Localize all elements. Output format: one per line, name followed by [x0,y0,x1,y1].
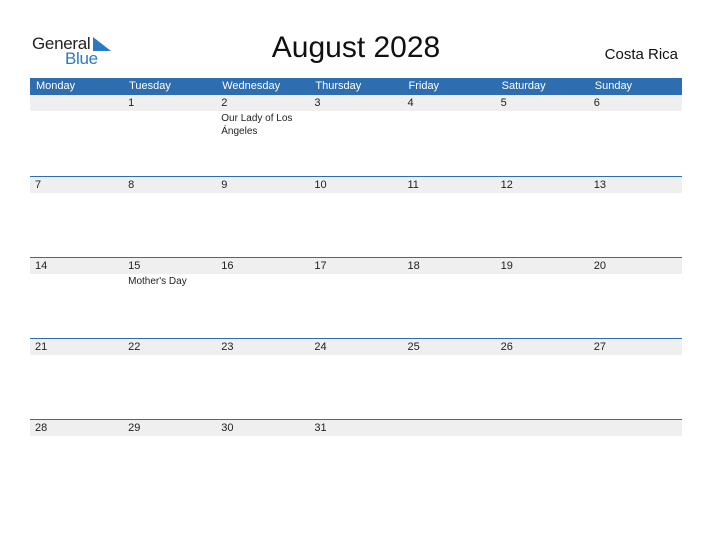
events-row: Mother's Day [30,274,682,288]
holiday-event [309,355,402,356]
holiday-event [30,193,123,194]
weekday-wednesday: Wednesday [222,80,281,92]
day-number: 28 [35,422,48,434]
holiday-event [123,436,216,437]
day-number: 27 [593,341,606,353]
events-row: Our Lady of Los Ángeles [30,111,682,138]
day-number: 3 [314,97,321,109]
week-row: 7 8 9 10 11 12 13 [30,176,682,257]
events-row [30,193,682,194]
holiday-event [589,193,682,194]
day-number: 1 [128,97,135,109]
week-row: 21 22 23 24 25 26 27 [30,338,682,419]
weekday-thursday: Thursday [315,80,362,92]
day-number: 20 [593,260,606,272]
holiday-event [496,111,589,138]
events-row [30,436,682,437]
holiday-event [30,274,123,288]
day-number: 7 [35,179,42,191]
holiday-event [30,355,123,356]
weekday-friday: Friday [408,80,440,92]
day-number: 5 [500,97,507,109]
day-number: 9 [221,179,228,191]
holiday-event [123,355,216,356]
holiday-event [30,111,123,138]
holiday-event [309,274,402,288]
holiday-event [216,193,309,194]
holiday-event: Mother's Day [128,276,187,287]
holiday-event [309,111,402,138]
week-row: 14 15 16 17 18 19 20 Mother's Day [30,257,682,338]
holiday-event [309,436,402,437]
day-number: 13 [593,179,606,191]
weekday-header: Monday Tuesday Wednesday Thursday Friday… [30,78,682,95]
holiday-event [496,355,589,356]
day-number: 21 [35,341,48,353]
week-row: 28 29 30 31 [30,419,682,500]
day-number [403,420,496,436]
holiday-event [403,436,496,437]
holiday-event [309,193,402,194]
holiday-event [403,193,496,194]
day-number [30,95,123,111]
holiday-event [403,274,496,288]
weeks-container: 1 2 3 4 5 6 Our Lady of Los Ángeles 7 8 9 10 11 12 13… [30,95,682,500]
day-number: 30 [221,422,234,434]
holiday-event [496,274,589,288]
holiday-event [589,355,682,356]
holiday-event [216,274,309,288]
day-number: 8 [128,179,135,191]
date-strip: 21 22 23 24 25 26 27 [30,339,682,355]
holiday-event [589,274,682,288]
day-number: 15 [128,260,141,272]
day-number: 10 [314,179,327,191]
day-number: 2 [221,97,228,109]
holiday-event [403,355,496,356]
day-number: 19 [500,260,513,272]
day-number: 6 [593,97,600,109]
weekday-saturday: Saturday [501,80,546,92]
day-number [589,420,682,436]
day-number: 11 [407,179,419,191]
weekday-monday: Monday [36,80,76,92]
date-strip: 28 29 30 31 [30,420,682,436]
holiday-event [496,436,589,437]
day-number: 4 [407,97,414,109]
day-number: 31 [314,422,327,434]
events-row [30,355,682,356]
weekday-sunday: Sunday [594,80,633,92]
weekday-tuesday: Tuesday [129,80,171,92]
day-number: 29 [128,422,141,434]
holiday-event: Our Lady of Los Ángeles [221,113,293,137]
day-number: 22 [128,341,141,353]
holiday-event [589,111,682,138]
holiday-event [403,111,496,138]
date-strip: 7 8 9 10 11 12 13 [30,177,682,193]
day-number: 18 [407,260,420,272]
day-number: 16 [221,260,234,272]
holiday-event [589,436,682,437]
day-number: 17 [314,260,327,272]
calendar-grid: Monday Tuesday Wednesday Thursday Friday… [30,78,682,500]
day-number: 25 [407,341,420,353]
day-number: 14 [35,260,48,272]
holiday-event [216,355,309,356]
holiday-event [30,436,123,437]
day-number: 24 [314,341,327,353]
day-number: 12 [500,179,513,191]
holiday-event [216,436,309,437]
day-number [496,420,589,436]
country-label: Costa Rica [604,46,678,63]
week-row: 1 2 3 4 5 6 Our Lady of Los Ángeles [30,95,682,176]
holiday-event [123,111,216,138]
date-strip: 14 15 16 17 18 19 20 [30,258,682,274]
day-number: 26 [500,341,513,353]
day-number: 23 [221,341,234,353]
holiday-event [496,193,589,194]
holiday-event [123,193,216,194]
date-strip: 1 2 3 4 5 6 [30,95,682,111]
